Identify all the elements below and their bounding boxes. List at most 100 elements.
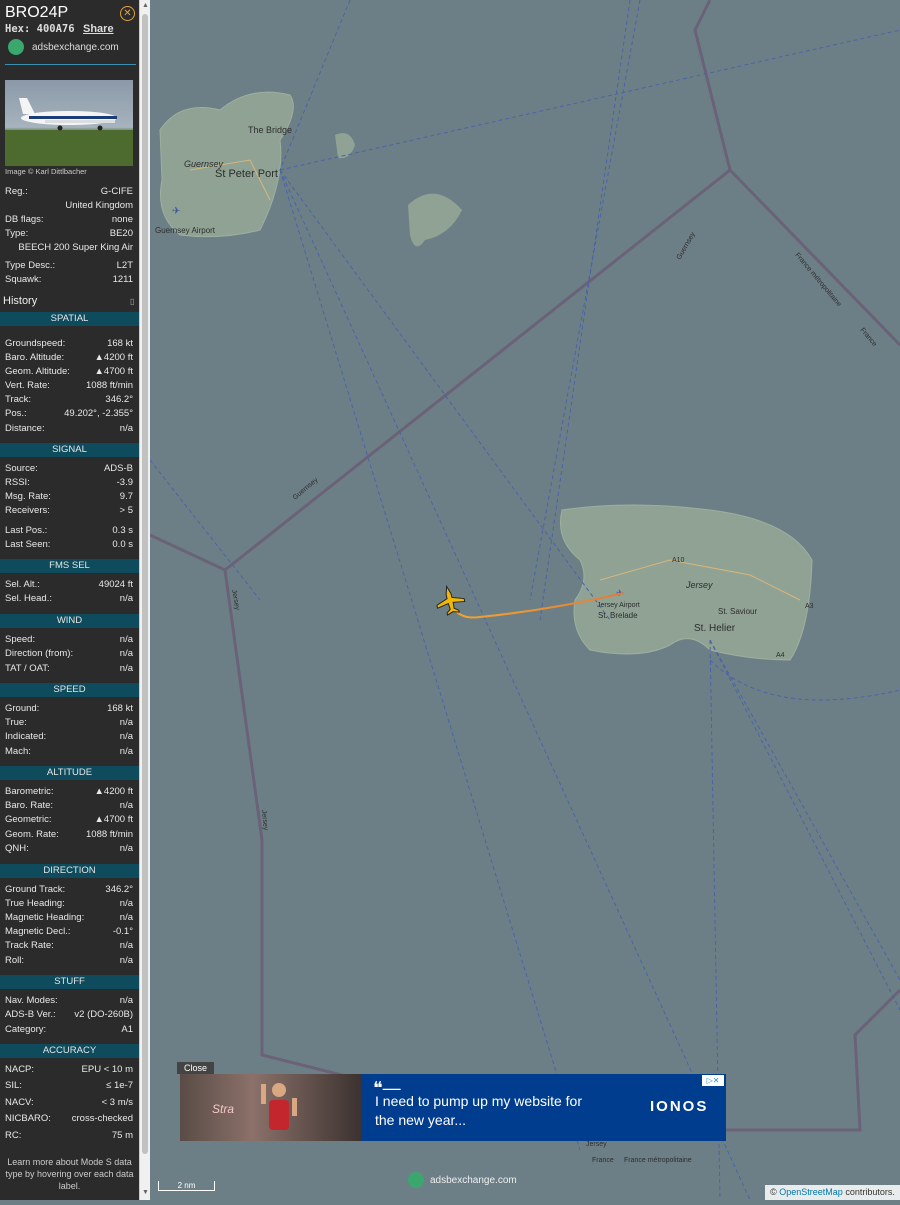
section-header-altitude: ALTITUDE bbox=[0, 766, 139, 780]
map-view[interactable]: The Bridge Guernsey St Peter Port Guerns… bbox=[149, 0, 900, 1201]
data-value: n/a bbox=[119, 940, 133, 951]
section-header-fms-sel: FMS SEL bbox=[0, 559, 139, 573]
ad-choices-icon[interactable]: ▷✕ bbox=[702, 1075, 724, 1086]
map-canvas[interactable]: The Bridge Guernsey St Peter Port Guerns… bbox=[149, 0, 900, 1201]
data-label[interactable]: NICBARO: bbox=[5, 1113, 51, 1125]
data-label[interactable]: Direction (from): bbox=[5, 648, 73, 660]
divider bbox=[5, 64, 136, 65]
aircraft-photo[interactable] bbox=[5, 80, 133, 166]
data-label[interactable]: NACV: bbox=[5, 1097, 34, 1109]
data-label[interactable]: Pos.: bbox=[5, 408, 27, 420]
scroll-down-icon[interactable]: ▼ bbox=[141, 1188, 150, 1198]
adsbexchange-link[interactable]: adsbexchange.com bbox=[32, 42, 119, 53]
advertisement-banner[interactable]: Stra ❝— I need to pump up my website for… bbox=[180, 1074, 726, 1141]
label-jersey: Jersey bbox=[685, 580, 713, 590]
data-value: n/a bbox=[119, 423, 133, 434]
label-st-saviour: St. Saviour bbox=[718, 607, 757, 616]
data-label[interactable]: RC: bbox=[5, 1130, 21, 1142]
data-label[interactable]: Magnetic Heading: bbox=[5, 912, 84, 924]
data-label[interactable]: True Heading: bbox=[5, 898, 65, 910]
section-header-direction: DIRECTION bbox=[0, 864, 139, 878]
label-jersey-airport: Jersey Airport bbox=[597, 602, 640, 609]
data-label[interactable]: Baro. Altitude: bbox=[5, 352, 64, 364]
data-label[interactable]: Speed: bbox=[5, 634, 35, 646]
data-value: 346.2° bbox=[105, 394, 133, 405]
data-label[interactable]: Barometric: bbox=[5, 786, 54, 798]
detail-key: Type Desc.: bbox=[5, 260, 56, 271]
data-label[interactable]: NACP: bbox=[5, 1064, 34, 1076]
data-label[interactable]: Sel. Alt.: bbox=[5, 579, 40, 591]
data-value: 346.2° bbox=[105, 884, 133, 895]
data-label[interactable]: Distance: bbox=[5, 423, 45, 435]
data-value: -3.9 bbox=[116, 477, 133, 488]
data-label[interactable]: Groundspeed: bbox=[5, 338, 65, 350]
data-label[interactable]: Magnetic Decl.: bbox=[5, 926, 70, 938]
adsbexchange-logo-icon[interactable] bbox=[408, 1172, 424, 1188]
data-label[interactable]: Mach: bbox=[5, 746, 31, 758]
data-label[interactable]: Msg. Rate: bbox=[5, 491, 51, 503]
data-label[interactable]: Baro. Rate: bbox=[5, 800, 53, 812]
data-label[interactable]: Category: bbox=[5, 1024, 46, 1036]
data-label[interactable]: Vert. Rate: bbox=[5, 380, 50, 392]
label-st-brelade: St. Brelade bbox=[598, 611, 638, 620]
data-label[interactable]: RSSI: bbox=[5, 477, 30, 489]
close-icon[interactable]: ✕ bbox=[120, 6, 135, 21]
share-link[interactable]: Share bbox=[83, 23, 114, 35]
data-label[interactable]: Ground: bbox=[5, 703, 39, 715]
scroll-thumb[interactable] bbox=[142, 14, 148, 1154]
data-label[interactable]: Indicated: bbox=[5, 731, 46, 743]
data-label[interactable]: Source: bbox=[5, 463, 38, 475]
data-value: n/a bbox=[119, 843, 133, 854]
data-value: -0.1° bbox=[112, 926, 133, 937]
scroll-up-icon[interactable]: ▲ bbox=[141, 1, 150, 11]
data-value: 1088 ft/min bbox=[86, 829, 133, 840]
data-label[interactable]: Geom. Rate: bbox=[5, 829, 59, 841]
data-label[interactable]: TAT / OAT: bbox=[5, 663, 50, 675]
label-a3: A3 bbox=[805, 603, 814, 610]
map-attribution: © OpenStreetMap contributors. bbox=[765, 1185, 900, 1200]
ad-close-button[interactable]: Close bbox=[177, 1062, 214, 1074]
section-header-stuff: STUFF bbox=[0, 975, 139, 989]
ad-brand: IONOS bbox=[650, 1098, 709, 1115]
detail-value: United Kingdom bbox=[65, 200, 133, 211]
adsbexchange-logo-icon[interactable] bbox=[8, 39, 24, 55]
data-label[interactable]: Ground Track: bbox=[5, 884, 65, 896]
airplane-photo-icon bbox=[5, 98, 133, 166]
data-value: < 3 m/s bbox=[101, 1097, 133, 1108]
data-value: ≤ 1e-7 bbox=[106, 1080, 133, 1091]
osm-link[interactable]: OpenStreetMap bbox=[779, 1187, 843, 1197]
data-value: 49024 ft bbox=[98, 579, 133, 590]
data-label[interactable]: Roll: bbox=[5, 955, 24, 967]
data-label[interactable]: SIL: bbox=[5, 1080, 22, 1092]
section-header-signal: SIGNAL bbox=[0, 443, 139, 457]
data-label[interactable]: Nav. Modes: bbox=[5, 995, 58, 1007]
detail-value: 1211 bbox=[112, 274, 133, 285]
expand-icon[interactable]: ▯ bbox=[130, 297, 134, 306]
data-value: n/a bbox=[119, 800, 133, 811]
label-france-metropolitaine-2: France métropolitaine bbox=[624, 1157, 692, 1164]
data-label[interactable]: Track Rate: bbox=[5, 940, 54, 952]
data-value: n/a bbox=[119, 648, 133, 659]
sidebar-scrollbar[interactable]: ▲ ▼ bbox=[139, 0, 150, 1200]
history-toggle[interactable]: History bbox=[3, 295, 37, 307]
detail-key: Reg.: bbox=[5, 186, 28, 197]
data-label[interactable]: True: bbox=[5, 717, 27, 729]
section-header-wind: WIND bbox=[0, 614, 139, 628]
data-label[interactable]: Track: bbox=[5, 394, 31, 406]
adsbexchange-footer-link[interactable]: adsbexchange.com bbox=[430, 1175, 517, 1186]
data-value: 49.202°, -2.355° bbox=[64, 408, 133, 419]
data-value: ▲4200 ft bbox=[94, 786, 133, 797]
label-a4: A4 bbox=[776, 652, 785, 659]
data-value: n/a bbox=[119, 898, 133, 909]
data-label[interactable]: Sel. Head.: bbox=[5, 593, 52, 605]
data-value: 1088 ft/min bbox=[86, 380, 133, 391]
data-label[interactable]: QNH: bbox=[5, 843, 29, 855]
section-header-spatial: SPATIAL bbox=[0, 312, 139, 326]
data-label[interactable]: ADS-B Ver.: bbox=[5, 1009, 56, 1021]
data-label[interactable]: Receivers: bbox=[5, 505, 50, 517]
data-label[interactable]: Geom. Altitude: bbox=[5, 366, 70, 378]
data-label[interactable]: Last Seen: bbox=[5, 539, 50, 551]
data-label[interactable]: Last Pos.: bbox=[5, 525, 47, 537]
data-value: ▲4200 ft bbox=[94, 352, 133, 363]
data-label[interactable]: Geometric: bbox=[5, 814, 51, 826]
